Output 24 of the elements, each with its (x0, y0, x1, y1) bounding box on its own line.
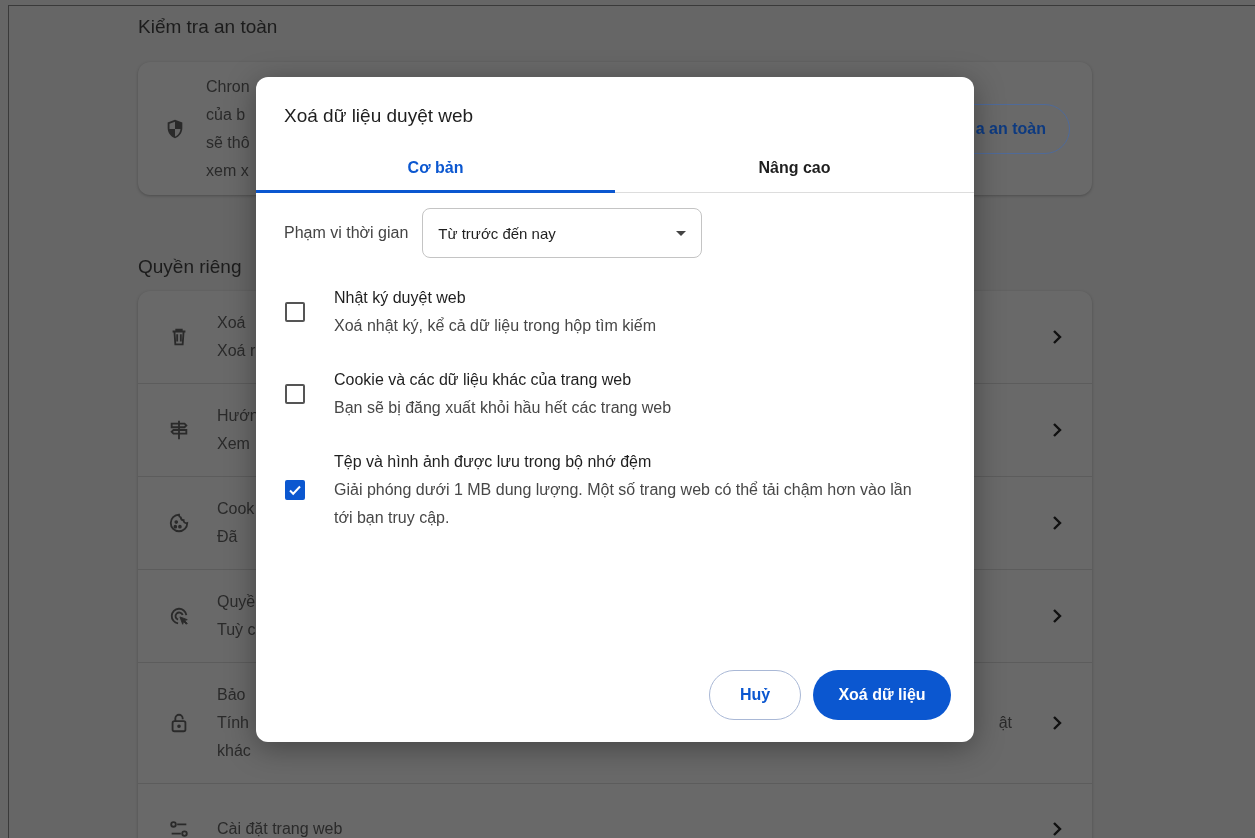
option-title: Cookie và các dữ liệu khác của trang web (334, 370, 633, 390)
row-text: Xem (217, 434, 250, 454)
option-description: Bạn sẽ bị đăng xuất khỏi hầu hết các trang web (334, 398, 673, 418)
row-text: Cài đặt trang web (217, 819, 343, 838)
option-title: Tệp và hình ảnh được lưu trong bộ nhớ đệm (334, 452, 653, 472)
option-title: Nhật ký duyệt web (334, 288, 467, 308)
section-heading: Quyền riêng (138, 254, 243, 279)
card-text: xem x (206, 160, 249, 181)
row-text: Bảo (217, 685, 246, 705)
row-text: Xoá (217, 313, 246, 333)
row-text: khác (217, 741, 251, 761)
card-text: Chron (206, 76, 250, 97)
row-text: Cook (217, 499, 255, 519)
dialog-title: Xoá dữ liệu duyệt web (283, 104, 475, 128)
row-text: Tính (217, 713, 249, 733)
row-text: Đã (217, 527, 238, 547)
time-range-label: Phạm vi thời gian (284, 224, 409, 242)
row-text: ật (998, 713, 1012, 733)
option-description: Xoá nhật ký, kể cả dữ liệu trong hộp tìm kiếm (334, 316, 657, 336)
section-heading: Kiểm tra an toàn (138, 15, 279, 39)
card-text: sẽ thô (206, 132, 250, 153)
row-text: Quyề (217, 592, 256, 612)
option-description: Giải phóng dưới 1 MB dung lượng. Một số trang web có thể tải chậm hơn vào lần tới bạn truy cập. (334, 480, 913, 528)
card-text: của b (206, 104, 246, 125)
